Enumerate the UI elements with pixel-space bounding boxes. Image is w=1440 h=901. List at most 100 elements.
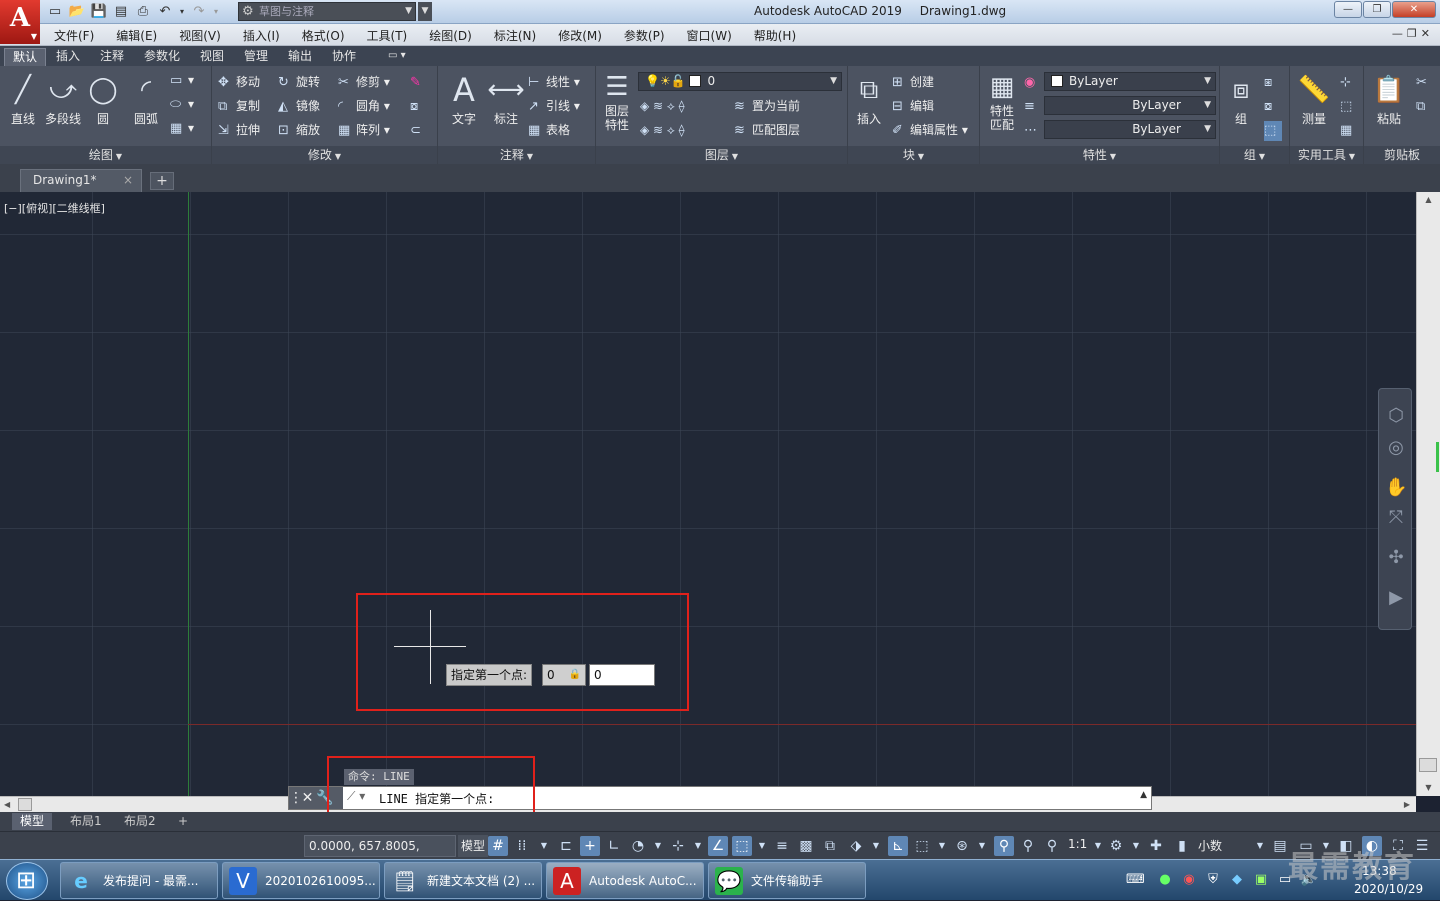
scale-button[interactable]: ⊡ 缩放	[278, 120, 320, 140]
filter-dropdown-icon[interactable]: ▼	[932, 836, 952, 856]
edit-block-button[interactable]: ⊟ 编辑	[892, 96, 934, 116]
workspace-dropdown-icon[interactable]: ▼	[1126, 836, 1146, 856]
maximize-button[interactable]: ❐	[1363, 1, 1391, 18]
dynamic-ucs-icon[interactable]: ⊾	[888, 836, 908, 856]
zoom-extents-icon[interactable]: ⤧	[1385, 507, 1407, 529]
scroll-thumb[interactable]	[1419, 758, 1437, 772]
close-command-icon[interactable]: ✕	[299, 787, 316, 809]
panel-groups-title[interactable]: 组 ▼	[1220, 146, 1289, 164]
menu-window[interactable]: 窗口(W)	[687, 27, 732, 44]
copy-button[interactable]: ⧉ 复制	[218, 96, 260, 116]
scroll-up-icon[interactable]: ▲	[1417, 192, 1440, 208]
osnap-dropdown-icon[interactable]: ▼	[752, 836, 772, 856]
match-properties-button[interactable]: ▦ 特性 匹配	[984, 70, 1020, 132]
document-window-controls[interactable]: —❐✕	[1392, 27, 1434, 40]
menu-draw[interactable]: 绘图(D)	[429, 27, 472, 44]
text-button[interactable]: A 文字	[444, 70, 484, 127]
scroll-left-icon[interactable]: ◀	[4, 797, 10, 812]
command-history-toggle-icon[interactable]: ▲	[1140, 790, 1147, 800]
redo-dropdown-icon[interactable]: ▾	[212, 4, 220, 20]
taskbar-wechat[interactable]: 💬 文件传输助手	[708, 862, 866, 899]
cube-icon[interactable]: ◆	[1228, 872, 1246, 890]
panel-clipboard-title[interactable]: 剪贴板	[1364, 146, 1440, 164]
isodraft-dropdown-icon[interactable]: ▼	[688, 836, 708, 856]
color-dropdown[interactable]: ByLayer ▼	[1044, 72, 1216, 91]
group-select-icon[interactable]: ⬚	[1264, 120, 1282, 141]
annotation-monitor-icon[interactable]: ✚	[1146, 836, 1166, 856]
tab-layout1[interactable]: 布局1	[62, 813, 110, 830]
linear-button[interactable]: ⊢ 线性 ▾	[528, 72, 580, 92]
shield-icon[interactable]: ⛨	[1204, 872, 1222, 890]
auto-scale-icon[interactable]: ⚲	[1018, 836, 1038, 856]
line-button[interactable]: ╱ 直线	[4, 70, 42, 127]
edit-attribute-button[interactable]: ✐ 编辑属性 ▾	[892, 120, 968, 140]
pan-icon[interactable]: ✋	[1385, 477, 1407, 499]
cut-icon[interactable]: ✂	[1416, 72, 1434, 92]
units-dropdown-icon[interactable]: ▼	[1250, 836, 1270, 856]
snap-dropdown-icon[interactable]: ▼	[534, 836, 554, 856]
start-button[interactable]	[6, 862, 48, 900]
taskbar-autocad[interactable]: A Autodesk AutoC...	[546, 862, 704, 899]
panel-properties-title[interactable]: 特性 ▼	[980, 146, 1219, 164]
new-tab-button[interactable]: +	[150, 172, 174, 190]
explode-button[interactable]: ⧇	[410, 96, 428, 116]
hatch-button[interactable]: ⬭ ▾	[170, 94, 194, 114]
tab-default[interactable]: 默认	[4, 48, 47, 66]
tab-view[interactable]: 视图	[192, 48, 232, 66]
viewcube-icon[interactable]: ⬡	[1385, 405, 1407, 427]
boundary-button[interactable]: ▦ ▾	[170, 118, 194, 138]
object-snap-tracking-icon[interactable]: ∠	[708, 836, 728, 856]
copy-clip-icon[interactable]: ⧉	[1416, 96, 1434, 116]
taskbar-ie[interactable]: e 发布提问 - 最需...	[60, 862, 218, 899]
arc-button[interactable]: ◜ 圆弧	[126, 70, 166, 127]
tab-insert[interactable]: 插入	[48, 48, 88, 66]
viewport-controls[interactable]: [−][俯视][二维线框]	[4, 200, 105, 216]
menu-parametric[interactable]: 参数(P)	[624, 27, 665, 44]
menu-file[interactable]: 文件(F)	[54, 27, 94, 44]
taskbar-notepad[interactable]: 🗒 新建文本文档 (2) ...	[384, 862, 542, 899]
taskbar-word[interactable]: V 2020102610095...	[222, 862, 380, 899]
menu-help[interactable]: 帮助(H)	[754, 27, 796, 44]
transparency-icon[interactable]: ▩	[796, 836, 816, 856]
lineweight-dropdown[interactable]: ByLayer ▼	[1044, 120, 1216, 139]
steering-wheel-icon[interactable]: ◎	[1385, 437, 1407, 459]
infer-constraints-icon[interactable]: ⊏	[556, 836, 576, 856]
rotate-button[interactable]: ↻ 旋转	[278, 72, 320, 92]
paste-button[interactable]: 📋 粘贴	[1370, 70, 1408, 127]
workspace-dropdown[interactable]: ⚙ 草图与注释 ▼	[238, 2, 416, 21]
menu-dimension[interactable]: 标注(N)	[494, 27, 536, 44]
annotation-scale-icon[interactable]: ⚲	[1042, 836, 1062, 856]
menu-insert[interactable]: 插入(I)	[243, 27, 280, 44]
workspace-gear-icon[interactable]: ⚙	[1106, 836, 1126, 856]
measure-button[interactable]: 📏 测量	[1292, 70, 1336, 127]
layer-tools-row1[interactable]: ◈ ≋ ⟡ ⟠	[640, 96, 685, 116]
menu-view[interactable]: 视图(V)	[179, 27, 221, 44]
linetype-dropdown[interactable]: ByLayer ▼	[1044, 96, 1216, 115]
layer-dropdown[interactable]: 💡☀🔓 0 ▼	[638, 72, 842, 91]
gizmo-icon[interactable]: ⊛	[952, 836, 972, 856]
scroll-down-icon[interactable]: ▼	[1417, 780, 1440, 796]
create-block-button[interactable]: ⊞ 创建	[892, 72, 934, 92]
nvidia-icon[interactable]: ▣	[1252, 872, 1270, 890]
ungroup-icon[interactable]: ⧆	[1264, 72, 1282, 92]
print-icon[interactable]: ⎙	[134, 4, 152, 20]
erase-button[interactable]: ✎	[410, 72, 428, 92]
object-snap-icon[interactable]: ⬚	[732, 836, 752, 856]
stretch-button[interactable]: ⇲ 拉伸	[218, 120, 260, 140]
customize-qat-button[interactable]: ▼	[418, 2, 432, 21]
polar-tracking-icon[interactable]: ◔	[628, 836, 648, 856]
undo-dropdown-icon[interactable]: ▾	[178, 4, 186, 20]
fillet-button[interactable]: ◜ 圆角 ▾	[338, 96, 390, 116]
lineweight-toggle-icon[interactable]: ≡	[772, 836, 792, 856]
polar-dropdown-icon[interactable]: ▼	[648, 836, 668, 856]
tab-annotate[interactable]: 注释	[92, 48, 132, 66]
gizmo-dropdown-icon[interactable]: ▼	[972, 836, 992, 856]
panel-block-title[interactable]: 块 ▼	[848, 146, 979, 164]
ortho-icon[interactable]: ∟	[604, 836, 624, 856]
tab-collaborate[interactable]: 协作	[324, 48, 364, 66]
save-icon[interactable]: 💾	[90, 4, 108, 20]
units-icon[interactable]: ▮	[1172, 836, 1192, 856]
hscroll-thumb[interactable]	[18, 798, 32, 811]
vertical-scrollbar[interactable]: ▲ ▼	[1416, 192, 1440, 796]
dynamic-input-icon[interactable]: +	[580, 836, 600, 856]
